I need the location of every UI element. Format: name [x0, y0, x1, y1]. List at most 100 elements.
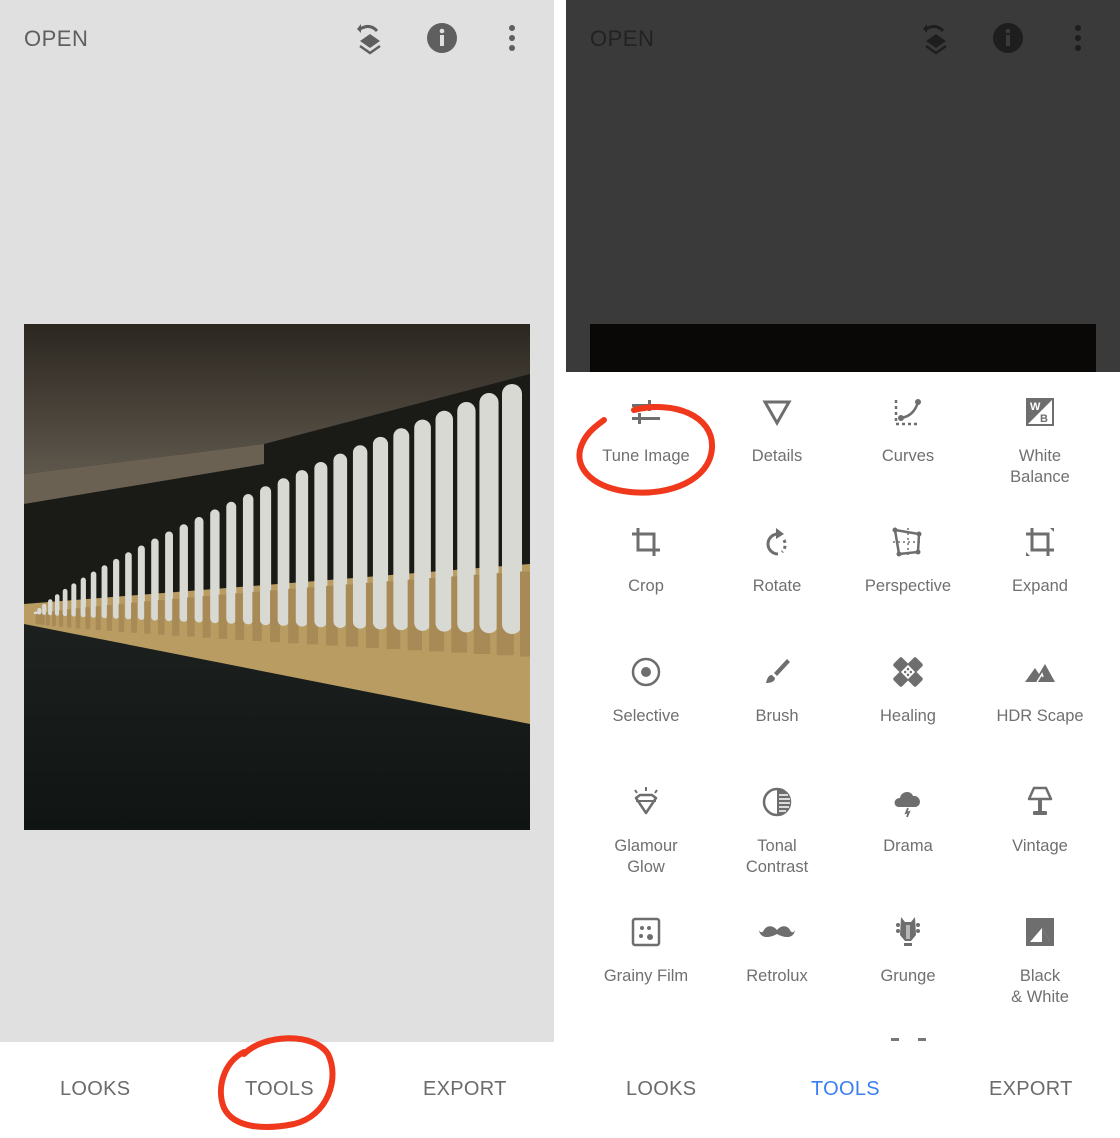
photo-column — [101, 565, 108, 619]
storm-cloud-icon — [888, 782, 928, 822]
open-button[interactable]: OPEN — [590, 26, 654, 52]
expand-icon — [1020, 522, 1060, 562]
tab-tools[interactable]: TOOLS — [245, 1078, 314, 1101]
perspective-icon — [888, 522, 928, 562]
info-icon[interactable] — [990, 20, 1026, 56]
tool-hdr-scape[interactable]: HDR Scape — [975, 652, 1105, 727]
sheet-handle[interactable] — [918, 1038, 926, 1041]
tool-label: Brush — [755, 707, 799, 725]
mountain-icon — [1020, 652, 1060, 692]
tool-label: Grunge — [880, 967, 936, 985]
healing-icon — [888, 652, 928, 692]
photo-column-block — [218, 594, 228, 639]
photo-column-block — [202, 596, 211, 638]
tools-sheet: Tune Image Details Curves W B White Balance Cr… — [566, 372, 1120, 1042]
tab-tools[interactable]: TOOLS — [811, 1078, 880, 1101]
photo-column — [48, 599, 53, 616]
tab-export[interactable]: EXPORT — [423, 1078, 507, 1101]
photo-column-block — [106, 604, 113, 631]
photo-column — [352, 445, 368, 629]
photo-column-block — [187, 597, 195, 637]
undo-stack-icon[interactable] — [918, 20, 954, 56]
tool-vintage[interactable]: Vintage — [975, 782, 1105, 857]
photo-column-block — [118, 603, 125, 632]
tool-black-white[interactable]: Black & White — [975, 912, 1105, 1008]
tool-label: Grainy Film — [603, 967, 689, 985]
brush-icon — [757, 652, 797, 692]
photo-column — [125, 552, 132, 620]
photo-column — [90, 571, 97, 618]
photo-column-block — [59, 610, 64, 627]
svg-text:W: W — [1030, 401, 1041, 413]
undo-stack-icon[interactable] — [352, 20, 388, 56]
tool-brush[interactable]: Brush — [712, 652, 842, 727]
photo-column — [165, 531, 173, 622]
tab-export[interactable]: EXPORT — [989, 1078, 1073, 1101]
tool-perspective[interactable]: Perspective — [843, 522, 973, 597]
tool-label: Healing — [880, 707, 936, 725]
more-vert-icon[interactable] — [1060, 20, 1096, 56]
tool-label: Drama — [883, 837, 933, 855]
tool-expand[interactable]: Expand — [975, 522, 1105, 597]
photo-column-block — [172, 598, 180, 636]
tool-curves[interactable]: Curves — [843, 392, 973, 467]
tool-label: Perspective — [864, 577, 952, 595]
tool-tonal-contrast[interactable]: Tonal Contrast — [712, 782, 842, 878]
photo-column — [137, 545, 145, 620]
tool-label: Selective — [612, 707, 680, 725]
photo-column-block — [75, 608, 81, 629]
photo-column — [80, 577, 86, 618]
bottom-nav: LOOKS TOOLS EXPORT — [0, 1042, 554, 1138]
tool-crop[interactable]: Crop — [581, 522, 711, 597]
tool-label: HDR Scape — [996, 707, 1084, 725]
svg-text:B: B — [1040, 413, 1048, 425]
photo-column — [457, 401, 476, 633]
tool-white-balance[interactable]: W B White Balance — [975, 392, 1105, 488]
photo-column — [333, 453, 348, 628]
photo-column — [226, 501, 237, 624]
photo-column — [37, 607, 42, 615]
rotate-icon — [757, 522, 797, 562]
tool-grainy-film[interactable]: Grainy Film — [581, 912, 711, 987]
photo-column — [502, 384, 522, 634]
tool-healing[interactable]: Healing — [843, 652, 973, 727]
photo-column — [435, 410, 454, 632]
tool-details[interactable]: Details — [712, 392, 842, 467]
lamp-icon — [1020, 782, 1060, 822]
photo-column-block — [95, 606, 101, 631]
photo-column — [277, 478, 290, 626]
tool-drama[interactable]: Drama — [843, 782, 973, 857]
selective-icon — [626, 652, 666, 692]
more-vert-icon[interactable] — [494, 20, 530, 56]
tool-glamour-glow[interactable]: Glamour Glow — [581, 782, 711, 878]
photo-column — [260, 486, 272, 626]
photo-preview — [24, 324, 530, 830]
tab-looks[interactable]: LOOKS — [60, 1078, 130, 1101]
diamond-icon — [626, 782, 666, 822]
photo-column — [194, 516, 204, 623]
bottom-nav: LOOKS TOOLS EXPORT — [566, 1042, 1120, 1138]
photo-column — [179, 524, 188, 622]
tool-retrolux[interactable]: Retrolux — [712, 912, 842, 987]
tool-grunge[interactable]: Grunge — [843, 912, 973, 987]
photo-column — [242, 494, 254, 625]
tool-label: Retrolux — [746, 967, 808, 985]
black-white-icon — [1020, 912, 1060, 952]
tool-selective[interactable]: Selective — [581, 652, 711, 727]
tool-tune-image[interactable]: Tune Image — [581, 392, 711, 467]
info-icon[interactable] — [424, 20, 460, 56]
photo-column — [113, 558, 120, 619]
sheet-handle[interactable] — [891, 1038, 899, 1041]
photo-column — [210, 509, 220, 624]
tab-looks[interactable]: LOOKS — [626, 1078, 696, 1101]
tool-rotate[interactable]: Rotate — [712, 522, 842, 597]
triangle-down-icon — [757, 392, 797, 432]
open-button[interactable]: OPEN — [24, 26, 88, 52]
photo-column-block — [66, 609, 72, 628]
photo-column-block — [144, 601, 151, 634]
tool-label: Black & White — [1011, 967, 1069, 1006]
tool-label: Expand — [1012, 577, 1068, 595]
top-bar: OPEN — [566, 0, 1120, 78]
photo-column-block — [131, 602, 138, 633]
tonal-contrast-icon — [757, 782, 797, 822]
